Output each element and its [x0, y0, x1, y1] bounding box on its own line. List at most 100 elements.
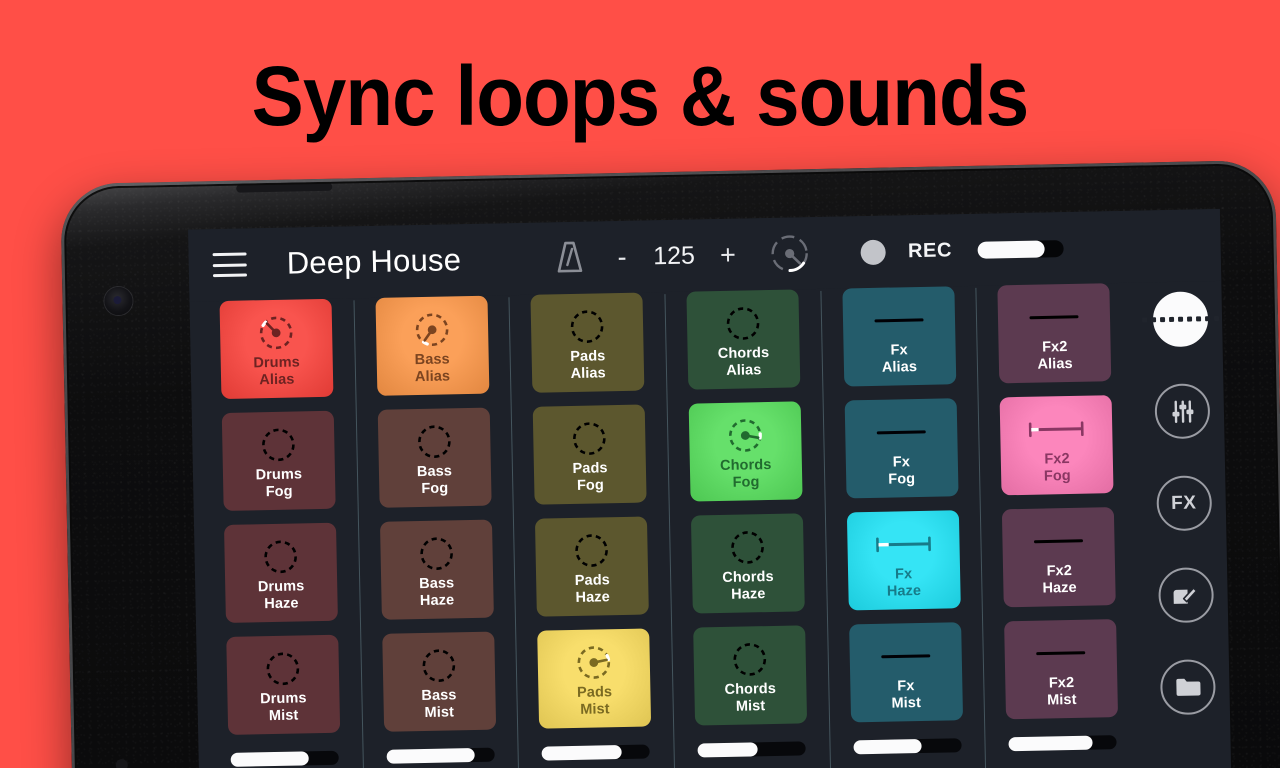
- clip-pad[interactable]: Drums Haze: [223, 522, 338, 623]
- clip-column-fx: Fx Alias Fx Fog Fx Haze Fx Mist: [820, 286, 987, 768]
- column-scroll-thumb: [1008, 735, 1094, 752]
- slider-icon: [870, 410, 931, 455]
- clip-pad-clip: Mist: [424, 704, 455, 721]
- clip-pad[interactable]: Bass Mist: [381, 631, 496, 732]
- edit-pencil-icon: [1171, 581, 1200, 610]
- clip-pad-label: Drums Fog: [255, 466, 302, 501]
- column-scroll-indicator[interactable]: [386, 747, 495, 764]
- slider-icon: [868, 298, 929, 343]
- phone-mockup: Deep House - 125 + REC Drums Alias Drums…: [60, 159, 1280, 768]
- clip-column-chords: Chords Alias Chords Fog Chords Haze Chords Mist: [664, 289, 831, 768]
- knob-icon: [410, 307, 453, 352]
- clip-pad[interactable]: Chords Mist: [692, 625, 807, 726]
- clip-pad-label: Bass Alias: [414, 351, 451, 386]
- clip-pad[interactable]: Pads Alias: [530, 292, 645, 393]
- clip-pad-track: Pads: [570, 348, 606, 365]
- knob-icon: [261, 646, 304, 691]
- clip-pad[interactable]: Fx2 Haze: [1002, 507, 1116, 608]
- knob-icon: [568, 416, 611, 461]
- clip-pad-label: Fx Alias: [881, 342, 917, 377]
- clip-pad[interactable]: Drums Mist: [226, 634, 341, 735]
- clip-pad[interactable]: Bass Haze: [379, 519, 494, 620]
- clip-pad-clip: Alias: [726, 362, 762, 379]
- slider-icon: [1028, 519, 1089, 564]
- clip-pad[interactable]: Pads Mist: [537, 628, 652, 729]
- metronome-icon[interactable]: [555, 240, 586, 277]
- clip-pad-track: Bass: [416, 463, 453, 481]
- edit-button[interactable]: [1157, 567, 1214, 624]
- fx-button[interactable]: FX: [1155, 475, 1212, 532]
- phone-body: Deep House - 125 + REC Drums Alias Drums…: [60, 159, 1280, 768]
- clip-pad-clip: Mist: [268, 707, 299, 725]
- clip-pad-clip: Mist: [735, 698, 766, 715]
- clip-pad-track: Pads: [572, 460, 608, 477]
- clip-pad[interactable]: Drums Fog: [221, 410, 336, 511]
- bpm-decrement-button[interactable]: -: [607, 241, 638, 273]
- clip-pad-label: Chords Fog: [720, 457, 772, 492]
- clip-pad-track: Bass: [419, 575, 455, 593]
- knob-icon: [257, 422, 300, 467]
- clip-pad[interactable]: Bass Alias: [374, 295, 489, 396]
- column-scroll-indicator[interactable]: [1008, 735, 1117, 752]
- tool-rail: FX: [1137, 281, 1232, 768]
- clip-pad[interactable]: Fx2 Mist: [1004, 619, 1119, 720]
- rotary-knob-icon[interactable]: [767, 230, 814, 277]
- column-scroll-indicator[interactable]: [230, 750, 339, 767]
- fx-text-icon: FX: [1170, 491, 1197, 514]
- record-button[interactable]: [860, 239, 887, 265]
- column-scroll-indicator[interactable]: [541, 744, 650, 761]
- column-scroll-indicator[interactable]: [852, 738, 962, 755]
- earpiece-speaker: [236, 182, 333, 193]
- clip-pad[interactable]: Fx2 Alias: [997, 283, 1112, 384]
- clip-pad-label: Drums Haze: [258, 578, 305, 613]
- clip-pad[interactable]: Chords Haze: [690, 513, 805, 614]
- knob-icon: [566, 304, 609, 349]
- clip-pad-label: Fx Mist: [891, 678, 921, 713]
- column-scroll-thumb: [852, 739, 922, 755]
- record-label[interactable]: REC: [908, 239, 952, 263]
- clip-pad-track: Fx2: [1048, 674, 1075, 692]
- clip-pad-label: Drums Mist: [260, 690, 307, 725]
- knob-icon: [417, 643, 460, 688]
- clip-pad[interactable]: Fx Mist: [848, 622, 963, 723]
- page-title: Sync loops & sounds: [251, 49, 1030, 143]
- clip-pad-track: Drums: [253, 354, 300, 372]
- clip-pad-track: Drums: [255, 466, 303, 484]
- clip-pad-label: Bass Haze: [419, 575, 455, 610]
- clip-pad[interactable]: Pads Haze: [535, 516, 650, 617]
- project-title: Deep House: [286, 242, 462, 281]
- clip-pad[interactable]: Fx Haze: [846, 510, 961, 611]
- clip-pad[interactable]: Chords Fog: [688, 401, 803, 502]
- clip-pad[interactable]: Fx Alias: [841, 286, 956, 387]
- clip-pad-track: Chords: [717, 344, 770, 363]
- clip-column-pads: Pads Alias Pads Fog Pads Haze Pads Mist: [509, 292, 676, 768]
- clip-pad-track: Pads: [576, 684, 613, 701]
- slider-icon: [873, 522, 934, 567]
- clip-pad[interactable]: Fx Fog: [844, 398, 959, 499]
- clip-pad-label: Fx2 Fog: [1043, 451, 1071, 486]
- clip-pad[interactable]: Fx2 Fog: [999, 395, 1114, 496]
- clip-pad[interactable]: Bass Fog: [377, 407, 492, 508]
- hamburger-menu-icon[interactable]: [212, 252, 248, 278]
- volume-slider-fill: [977, 239, 1046, 259]
- bpm-value[interactable]: 125: [637, 241, 712, 271]
- clip-pad-label: Fx2 Mist: [1047, 675, 1077, 710]
- clip-pad[interactable]: Drums Alias: [219, 298, 334, 400]
- clip-column-bass: Bass Alias Bass Fog Bass Haze Bass Mist: [353, 295, 520, 768]
- grid-view-button[interactable]: [1141, 291, 1219, 348]
- volume-slider[interactable]: [977, 239, 1065, 259]
- bpm-increment-button[interactable]: +: [713, 239, 744, 271]
- knob-icon: [721, 301, 764, 346]
- clip-pad[interactable]: Pads Fog: [532, 404, 647, 505]
- column-scroll-indicator[interactable]: [697, 741, 806, 758]
- mixer-button[interactable]: [1153, 383, 1210, 440]
- column-scroll-thumb: [386, 747, 475, 764]
- slider-icon: [1024, 295, 1085, 340]
- clip-pad[interactable]: Chords Alias: [686, 289, 801, 390]
- files-button[interactable]: [1159, 659, 1216, 716]
- clip-pad-clip: Fog: [265, 483, 293, 501]
- clip-pad-label: Fx2 Haze: [1042, 563, 1077, 598]
- clip-pad-track: Fx: [890, 342, 908, 359]
- folder-icon: [1173, 674, 1202, 701]
- clip-pad-clip: Mist: [891, 695, 922, 712]
